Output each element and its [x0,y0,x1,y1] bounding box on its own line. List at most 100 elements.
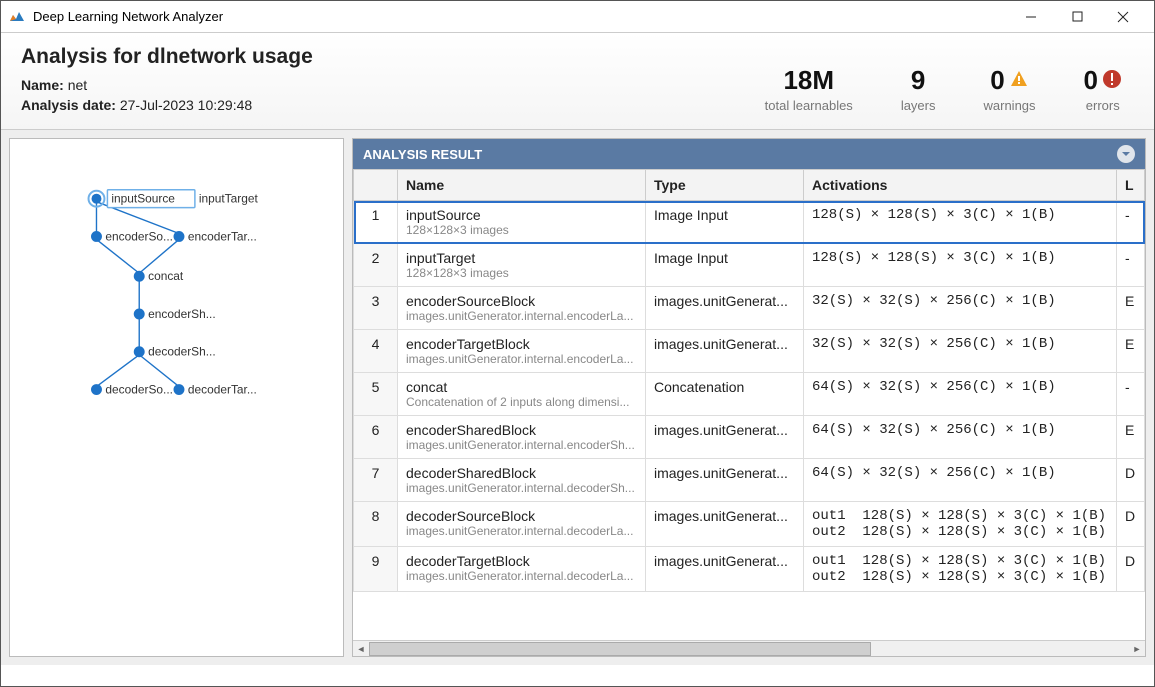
layer-type: images.unitGenerat... [646,459,804,502]
layer-activations: 128(S) × 128(S) × 3(C) × 1(B) [804,201,1117,244]
layer-type: images.unitGenerat... [646,330,804,373]
summary-header: Analysis for dlnetwork usage Name: net A… [1,33,1154,130]
table-row[interactable]: 9decoderTargetBlockimages.unitGenerator.… [354,547,1145,592]
layer-description: 128×128×3 images [406,223,637,237]
graph-node-encoderTarget[interactable]: encoderTar... [188,229,257,243]
analysis-result-pane: ANALYSIS RESULT Name Type Activations L [352,138,1146,657]
table-row[interactable]: 2 inputTarget128×128×3 images Image Input1… [354,244,1145,287]
window-controls [1008,2,1146,32]
row-index: 8 [354,502,398,547]
graph-node-decoderSource[interactable]: decoderSo... [105,383,173,397]
layer-activations: 64(S) × 32(S) × 256(C) × 1(B) [804,459,1117,502]
row-index: 7 [354,459,398,502]
layer-name: decoderSourceBlock [406,508,637,524]
collapse-panel-button[interactable] [1117,145,1135,163]
layer-learnables: - [1117,373,1145,416]
layer-type: images.unitGenerat... [646,547,804,592]
row-index: 5 [354,373,398,416]
graph-node-encoderShared[interactable]: encoderSh... [148,307,216,321]
layer-name: encoderTargetBlock [406,336,637,352]
layer-learnables: D [1117,502,1145,547]
error-icon [1102,65,1122,96]
table-row[interactable]: 7 decoderSharedBlockimages.unitGenerator.… [354,459,1145,502]
graph-node-inputSource[interactable]: inputSource [111,192,175,206]
row-index: 3 [354,287,398,330]
layer-activations: 32(S) × 32(S) × 256(C) × 1(B) [804,287,1117,330]
layer-description: images.unitGenerator.internal.decoderLa.… [406,569,637,583]
stat-errors: 0 errors [1084,65,1122,113]
col-header-name[interactable]: Name [398,170,646,201]
layer-description: images.unitGenerator.internal.decoderSh.… [406,481,637,495]
stat-layers: 9 layers [901,65,936,113]
layer-learnables: - [1117,244,1145,287]
layer-description: images.unitGenerator.internal.encoderSh.… [406,438,637,452]
layer-type: images.unitGenerat... [646,416,804,459]
layer-learnables: E [1117,416,1145,459]
row-index: 2 [354,244,398,287]
layer-type: images.unitGenerat... [646,287,804,330]
layer-name: inputTarget [406,250,637,266]
row-index: 1 [354,201,398,244]
col-header-activations[interactable]: Activations [804,170,1117,201]
scroll-left-arrow[interactable]: ◄ [353,641,369,657]
table-row[interactable]: 3 encoderSourceBlockimages.unitGenerator.… [354,287,1145,330]
layer-learnables: D [1117,547,1145,592]
stat-total-learnables: 18M total learnables [765,65,853,113]
graph-node-concat[interactable]: concat [148,269,184,283]
layer-activations: 64(S) × 32(S) × 256(C) × 1(B) [804,416,1117,459]
graph-node-encoderSource[interactable]: encoderSo... [105,229,173,243]
layer-name: decoderSharedBlock [406,465,637,481]
layer-activations: 32(S) × 32(S) × 256(C) × 1(B) [804,330,1117,373]
layer-learnables: E [1117,330,1145,373]
layer-learnables: - [1117,201,1145,244]
stat-warnings: 0 warnings [984,65,1036,113]
titlebar: Deep Learning Network Analyzer [1,1,1154,33]
table-row[interactable]: 5 concatConcatenation of 2 inputs along d… [354,373,1145,416]
table-row[interactable]: 4 encoderTargetBlockimages.unitGenerator.… [354,330,1145,373]
network-graph-pane[interactable]: inputSource inputTarget encoderSo... enc… [9,138,344,657]
layer-type: Concatenation [646,373,804,416]
col-header-type[interactable]: Type [646,170,804,201]
layer-description: images.unitGenerator.internal.encoderLa.… [406,352,637,366]
analysis-result-header: ANALYSIS RESULT [353,139,1145,169]
warning-icon [1009,65,1029,96]
layer-name: inputSource [406,207,637,223]
layer-description: images.unitGenerator.internal.decoderLa.… [406,524,637,538]
content-area: inputSource inputTarget encoderSo... enc… [1,130,1154,665]
table-row[interactable]: 6 encoderSharedBlockimages.unitGenerator.… [354,416,1145,459]
table-row[interactable]: 8 decoderSourceBlockimages.unitGenerator.… [354,502,1145,547]
layer-name: concat [406,379,637,395]
minimize-button[interactable] [1008,2,1054,32]
layer-learnables: E [1117,287,1145,330]
layer-description: images.unitGenerator.internal.encoderLa.… [406,309,637,323]
app-logo-icon [9,9,25,25]
window-title: Deep Learning Network Analyzer [33,9,223,24]
layer-learnables: D [1117,459,1145,502]
layer-description: 128×128×3 images [406,266,637,280]
layer-activations: 64(S) × 32(S) × 256(C) × 1(B) [804,373,1117,416]
col-header-learnables[interactable]: L [1117,170,1145,201]
layers-table[interactable]: Name Type Activations L 1inputSource128×… [353,169,1145,592]
horizontal-scrollbar[interactable]: ◄ ► [353,640,1145,656]
scrollbar-thumb[interactable] [369,642,871,656]
graph-node-decoderShared[interactable]: decoderSh... [148,345,216,359]
layer-activations: out1 128(S) × 128(S) × 3(C) × 1(B) out2 … [804,547,1117,592]
svg-text:inputTarget: inputTarget [199,192,259,206]
maximize-button[interactable] [1054,2,1100,32]
layer-activations: 128(S) × 128(S) × 3(C) × 1(B) [804,244,1117,287]
row-index: 6 [354,416,398,459]
layer-type: Image Input [646,244,804,287]
layer-name: decoderTargetBlock [406,553,637,569]
scroll-right-arrow[interactable]: ► [1129,641,1145,657]
graph-node-decoderTarget[interactable]: decoderTar... [188,383,257,397]
layer-description: Concatenation of 2 inputs along dimensi.… [406,395,637,409]
col-header-index[interactable] [354,170,398,201]
row-index: 4 [354,330,398,373]
layer-type: images.unitGenerat... [646,502,804,547]
table-row[interactable]: 1inputSource128×128×3 imagesImage Input1… [354,201,1145,244]
analysis-date: Analysis date: 27-Jul-2023 10:29:48 [21,97,313,113]
close-button[interactable] [1100,2,1146,32]
layer-name: encoderSourceBlock [406,293,637,309]
page-title: Analysis for dlnetwork usage [21,45,313,69]
layer-name: encoderSharedBlock [406,422,637,438]
